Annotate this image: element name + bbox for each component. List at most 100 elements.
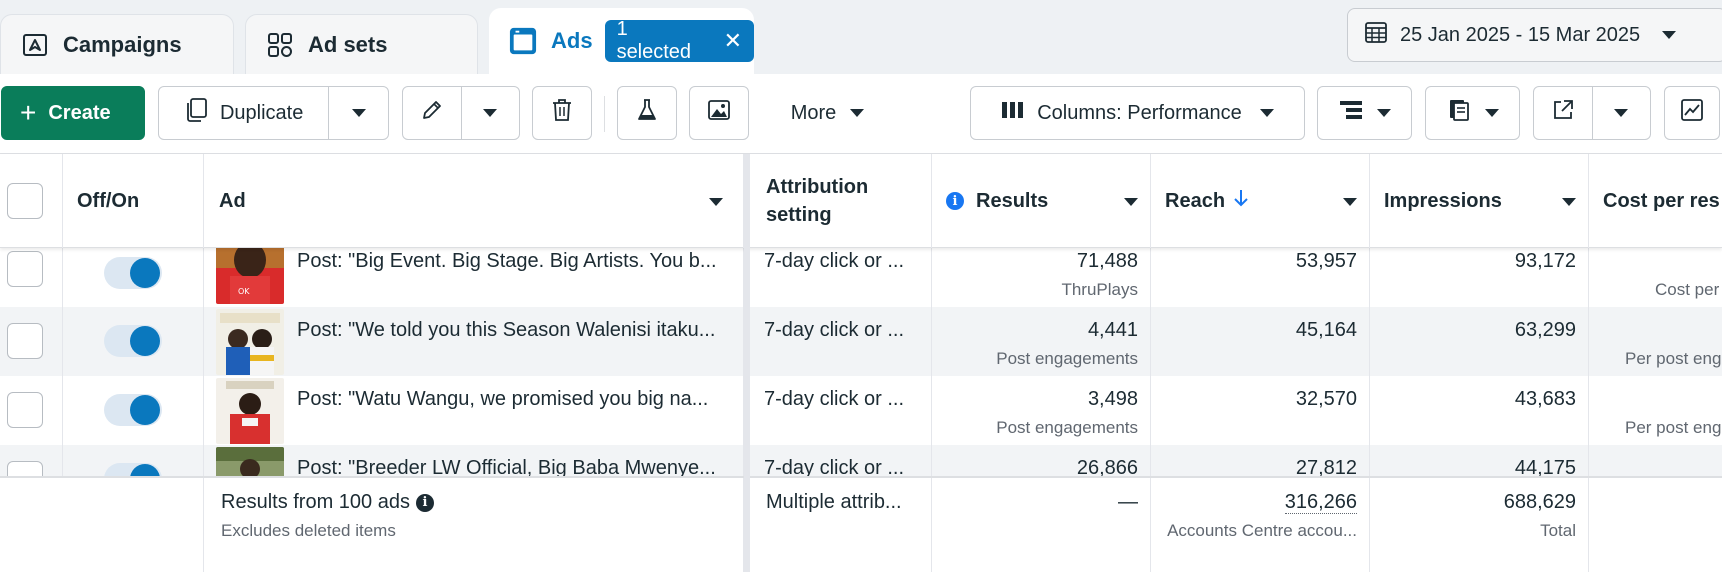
tab-campaigns[interactable]: Campaigns [0, 14, 234, 74]
edit-dropdown[interactable] [461, 87, 519, 139]
row-reach-cell: 27,812 [1151, 445, 1370, 476]
row-cost-cell: Per post eng [1589, 307, 1722, 376]
reports-selector[interactable] [1425, 86, 1520, 140]
duplicate-label: Duplicate [219, 101, 304, 124]
selected-count-label: 1 selected [616, 18, 692, 63]
close-icon[interactable]: ✕ [724, 28, 742, 54]
columns-label: Columns: Performance [1037, 101, 1242, 124]
column-ad[interactable]: Ad [204, 154, 744, 248]
row-impressions-cell: 93,172 [1370, 248, 1589, 307]
info-icon[interactable]: i [415, 493, 434, 512]
ad-on-off-toggle[interactable] [104, 257, 162, 289]
row-cost-cell: Per post eng [1589, 376, 1722, 445]
date-range-picker[interactable]: 25 Jan 2025 - 15 Mar 2025 [1347, 8, 1722, 62]
results-value: 71,488 [1076, 250, 1138, 272]
table-row[interactable]: Post: "Breeder LW Official, Big Baba Mwe… [0, 445, 1722, 476]
image-icon [707, 98, 731, 128]
delete-button[interactable] [532, 86, 592, 140]
charts-button[interactable] [1664, 86, 1720, 140]
action-toolbar: + Create Duplicate More Columns: Perform… [0, 74, 1722, 154]
summary-reach[interactable]: 316,266 [1284, 491, 1357, 514]
ad-on-off-toggle[interactable] [104, 325, 162, 357]
toggle-knob [130, 464, 160, 476]
pencil-icon [420, 98, 444, 128]
media-button[interactable] [689, 86, 749, 140]
svg-text:OK: OK [238, 287, 250, 296]
row-select-cell [0, 248, 63, 307]
row-attribution-cell: 7-day click or ... [744, 248, 932, 307]
row-ad-cell: Post: "Breeder LW Official, Big Baba Mwe… [204, 445, 744, 476]
row-checkbox[interactable] [7, 323, 43, 359]
table-header: Off/On Ad Attribution setting i Results … [0, 154, 1722, 248]
summary-reach-value[interactable]: 316,266 [1284, 491, 1357, 514]
column-results[interactable]: i Results [932, 154, 1151, 248]
ad-name[interactable]: Post: "Watu Wangu, we promised you big n… [297, 388, 737, 411]
ad-name[interactable]: Post: "Breeder LW Official, Big Baba Mwe… [297, 457, 737, 476]
row-impressions-cell: 43,683 [1370, 376, 1589, 445]
ad-thumbnail[interactable] [216, 309, 284, 375]
campaign-flag-icon [21, 31, 49, 59]
ad-thumbnail[interactable] [216, 378, 284, 444]
table-row[interactable]: Post: "We told you this Season Walenisi … [0, 307, 1722, 376]
export-button[interactable] [1534, 87, 1592, 139]
export-dropdown[interactable] [1592, 87, 1650, 139]
ad-sets-grid-icon [266, 31, 294, 59]
chevron-down-icon[interactable] [1562, 198, 1576, 206]
ad-on-off-toggle[interactable] [104, 463, 162, 476]
ad-name[interactable]: Post: "We told you this Season Walenisi … [297, 319, 737, 342]
edit-button-group [402, 86, 520, 140]
toggle-knob [130, 258, 160, 288]
results-type: Post engagements [996, 418, 1138, 437]
row-ad-cell: OK Post: "Big Event. Big Stage. Big Arti… [204, 248, 744, 307]
info-icon[interactable]: i [946, 192, 964, 210]
ad-thumbnail[interactable]: OK [216, 248, 284, 304]
ad-name[interactable]: Post: "Big Event. Big Stage. Big Artists… [297, 250, 737, 273]
row-checkbox[interactable] [7, 461, 43, 476]
create-button[interactable]: + Create [1, 86, 145, 140]
row-results-cell: 26,866 [932, 445, 1151, 476]
column-resize-handle[interactable] [744, 154, 750, 572]
column-reach[interactable]: Reach [1151, 154, 1370, 248]
row-results-cell: 3,498 Post engagements [932, 376, 1151, 445]
more-menu-button[interactable]: More [770, 86, 885, 140]
duplicate-dropdown[interactable] [329, 87, 388, 139]
impressions-value: 43,683 [1514, 388, 1576, 410]
edit-button[interactable] [403, 87, 461, 139]
column-impressions-label: Impressions [1384, 189, 1502, 212]
toggle-knob [130, 326, 160, 356]
row-toggle-cell [63, 376, 204, 445]
row-checkbox[interactable] [7, 392, 43, 428]
tab-ads[interactable]: Ads 1 selected ✕ [489, 8, 754, 74]
column-attribution-label: Attribution setting [766, 173, 868, 229]
select-all-checkbox[interactable] [7, 183, 43, 219]
attribution-value: 7-day click or ... [764, 388, 905, 410]
table-row[interactable]: OK Post: "Big Event. Big Stage. Big Arti… [0, 248, 1722, 307]
column-impressions[interactable]: Impressions [1370, 154, 1589, 248]
ab-test-button[interactable] [617, 86, 677, 140]
tab-ad-sets[interactable]: Ad sets [245, 14, 478, 74]
chevron-down-icon[interactable] [709, 198, 723, 206]
column-attribution-setting[interactable]: Attribution setting [750, 154, 932, 248]
report-icon [1447, 98, 1471, 128]
column-cost-per-result[interactable]: Cost per res [1589, 154, 1722, 248]
ad-on-off-toggle[interactable] [104, 394, 162, 426]
toolbar-separator [604, 96, 605, 132]
columns-selector[interactable]: Columns: Performance [970, 86, 1305, 140]
row-checkbox[interactable] [7, 251, 43, 287]
row-cost-cell: Cost per [1589, 248, 1722, 307]
duplicate-button[interactable]: Duplicate [159, 87, 328, 139]
column-off-on[interactable]: Off/On [63, 154, 204, 248]
breakdown-selector[interactable] [1317, 86, 1412, 140]
chevron-down-icon[interactable] [1343, 198, 1357, 206]
table-row[interactable]: Post: "Watu Wangu, we promised you big n… [0, 376, 1722, 445]
ad-thumbnail[interactable] [216, 447, 284, 476]
column-ad-label: Ad [219, 189, 246, 212]
summary-results: — [1118, 491, 1138, 513]
sort-descending-icon[interactable] [1233, 188, 1249, 214]
chevron-down-icon [1614, 109, 1629, 117]
create-label: Create [48, 101, 111, 124]
selected-count-pill[interactable]: 1 selected ✕ [604, 18, 754, 63]
chevron-down-icon[interactable] [1124, 198, 1138, 206]
row-toggle-cell [63, 445, 204, 476]
results-value: 26,866 [1076, 457, 1138, 476]
